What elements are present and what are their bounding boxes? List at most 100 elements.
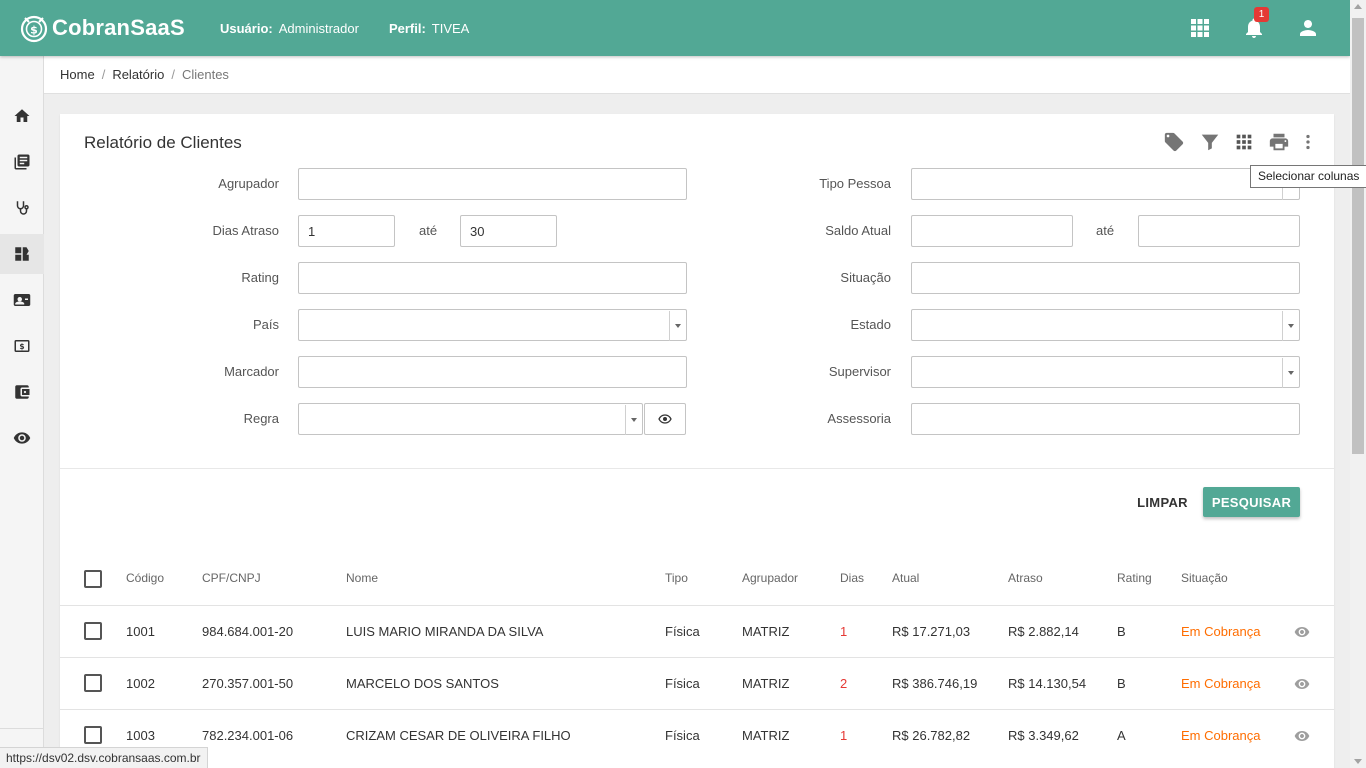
breadcrumb: Home / Relatório / Clientes bbox=[44, 56, 1350, 94]
account-icon[interactable] bbox=[1296, 16, 1320, 40]
book-icon bbox=[14, 154, 30, 170]
row-checkbox[interactable] bbox=[84, 622, 102, 640]
chevron-down-icon[interactable] bbox=[1282, 311, 1299, 341]
home-icon bbox=[14, 109, 30, 122]
view-eye-icon[interactable] bbox=[1294, 676, 1310, 692]
scroll-up-arrow-icon[interactable] bbox=[1354, 4, 1362, 9]
select-all-checkbox[interactable] bbox=[84, 570, 102, 588]
column-header-nome[interactable]: Nome bbox=[346, 571, 378, 585]
print-icon[interactable] bbox=[1268, 131, 1290, 153]
column-header-atual[interactable]: Atual bbox=[892, 571, 919, 585]
marcador-input[interactable] bbox=[298, 356, 687, 388]
column-header-situacao[interactable]: Situação bbox=[1181, 571, 1228, 585]
top-bar: $ CobranSaaS Usuário: Administrador Perf… bbox=[0, 0, 1350, 56]
cell-rating: A bbox=[1117, 728, 1126, 743]
sidebar-item-home[interactable] bbox=[0, 96, 44, 136]
chevron-down-icon[interactable] bbox=[669, 311, 686, 341]
sidebar-item-monitor[interactable] bbox=[0, 418, 44, 458]
row-divider bbox=[60, 709, 1334, 710]
pais-select[interactable] bbox=[298, 309, 687, 341]
sidebar-item-wallet[interactable] bbox=[0, 372, 44, 412]
breadcrumb-home[interactable]: Home bbox=[60, 67, 95, 82]
label-tipo-pessoa: Tipo Pessoa bbox=[819, 176, 891, 191]
column-header-tipo[interactable]: Tipo bbox=[665, 571, 688, 585]
sidebar-item-contacts[interactable] bbox=[0, 280, 44, 320]
cell-cpf: 782.234.001-06 bbox=[202, 728, 294, 743]
view-eye-icon[interactable] bbox=[1294, 728, 1310, 744]
estado-select[interactable] bbox=[911, 309, 1300, 341]
cell-rating: B bbox=[1117, 624, 1126, 639]
dias-atraso-from-input[interactable] bbox=[298, 215, 395, 247]
breadcrumb-relatorio[interactable]: Relatório bbox=[112, 67, 164, 82]
contact-card-icon bbox=[13, 294, 31, 306]
search-button[interactable]: PESQUISAR bbox=[1203, 487, 1300, 517]
saldo-atual-from-input[interactable] bbox=[911, 215, 1073, 247]
table-header-divider bbox=[60, 605, 1334, 606]
stethoscope-icon bbox=[16, 201, 29, 215]
agrupador-input[interactable] bbox=[298, 168, 687, 200]
columns-grid-icon[interactable] bbox=[1233, 131, 1255, 153]
cell-agrupador: MATRIZ bbox=[742, 728, 790, 743]
row-checkbox[interactable] bbox=[84, 726, 102, 744]
cell-rating: B bbox=[1117, 676, 1126, 691]
regra-select[interactable] bbox=[298, 403, 643, 435]
situacao-input[interactable] bbox=[911, 262, 1300, 294]
column-header-codigo[interactable]: Código bbox=[126, 571, 164, 585]
cell-situacao: Em Cobrança bbox=[1181, 676, 1261, 691]
rating-input[interactable] bbox=[298, 262, 687, 294]
sidebar-item-money[interactable]: $ bbox=[0, 326, 44, 366]
label-assessoria: Assessoria bbox=[827, 411, 891, 426]
notification-badge: 1 bbox=[1254, 7, 1269, 22]
tipo-pessoa-select[interactable] bbox=[911, 168, 1300, 200]
sidebar-item-book[interactable] bbox=[0, 142, 44, 182]
sidebar-item-dashboard[interactable] bbox=[0, 234, 44, 274]
row-divider bbox=[60, 657, 1334, 658]
cell-nome: LUIS MARIO MIRANDA DA SILVA bbox=[346, 624, 544, 639]
clear-button[interactable]: LIMPAR bbox=[1130, 487, 1195, 517]
user-label: Usuário: bbox=[220, 20, 273, 36]
column-header-cpf[interactable]: CPF/CNPJ bbox=[202, 571, 261, 585]
column-header-agrupador[interactable]: Agrupador bbox=[742, 571, 798, 585]
scroll-down-arrow-icon[interactable] bbox=[1354, 759, 1362, 764]
breadcrumb-separator: / bbox=[171, 67, 175, 82]
dias-atraso-to-input[interactable] bbox=[460, 215, 557, 247]
cell-cpf: 270.357.001-50 bbox=[202, 676, 294, 691]
cell-situacao: Em Cobrança bbox=[1181, 728, 1261, 743]
sidebar-divider bbox=[0, 728, 44, 729]
assessoria-input[interactable] bbox=[911, 403, 1300, 435]
dias-atraso-to-label: até bbox=[419, 223, 438, 238]
tag-icon[interactable] bbox=[1163, 131, 1185, 153]
column-header-rating[interactable]: Rating bbox=[1117, 571, 1152, 585]
saldo-atual-to-input[interactable] bbox=[1138, 215, 1300, 247]
cell-nome: MARCELO DOS SANTOS bbox=[346, 676, 499, 691]
report-card: Relatório de Clientes bbox=[60, 114, 1334, 768]
tooltip-select-columns: Selecionar colunas bbox=[1250, 165, 1366, 188]
cell-dias: 2 bbox=[840, 676, 848, 691]
page-scrollbar[interactable] bbox=[1350, 0, 1366, 768]
brand-logo[interactable]: $ CobranSaaS bbox=[19, 13, 204, 43]
chevron-down-icon[interactable] bbox=[1282, 358, 1299, 388]
column-header-atraso[interactable]: Atraso bbox=[1008, 571, 1043, 585]
sidebar-item-stethoscope[interactable] bbox=[0, 188, 44, 228]
view-eye-icon[interactable] bbox=[1294, 624, 1310, 640]
column-header-dias[interactable]: Dias bbox=[840, 571, 864, 585]
scroll-thumb[interactable] bbox=[1352, 18, 1364, 454]
label-regra: Regra bbox=[243, 411, 279, 426]
chevron-down-icon[interactable] bbox=[625, 405, 642, 435]
cell-cpf: 984.684.001-20 bbox=[202, 624, 294, 639]
browser-status-url: https://dsv02.dsv.cobransaas.com.br bbox=[0, 747, 208, 768]
supervisor-select[interactable] bbox=[911, 356, 1300, 388]
label-rating: Rating bbox=[241, 270, 279, 285]
bell-icon[interactable]: 1 bbox=[1242, 7, 1269, 40]
sidebar: $ bbox=[0, 56, 44, 768]
svg-text:$: $ bbox=[30, 24, 38, 37]
regra-view-button[interactable] bbox=[644, 403, 686, 435]
cell-atraso: R$ 3.349,62 bbox=[1008, 728, 1079, 743]
cell-atual: R$ 386.746,19 bbox=[892, 676, 978, 691]
session-info: Usuário: Administrador Perfil: TIVEA bbox=[220, 21, 499, 36]
apps-grid-icon[interactable] bbox=[1188, 16, 1212, 40]
filter-icon[interactable] bbox=[1199, 131, 1221, 153]
more-vert-icon[interactable] bbox=[1297, 131, 1319, 153]
brand-name: CobranSaaS bbox=[52, 15, 185, 40]
row-checkbox[interactable] bbox=[84, 674, 102, 692]
